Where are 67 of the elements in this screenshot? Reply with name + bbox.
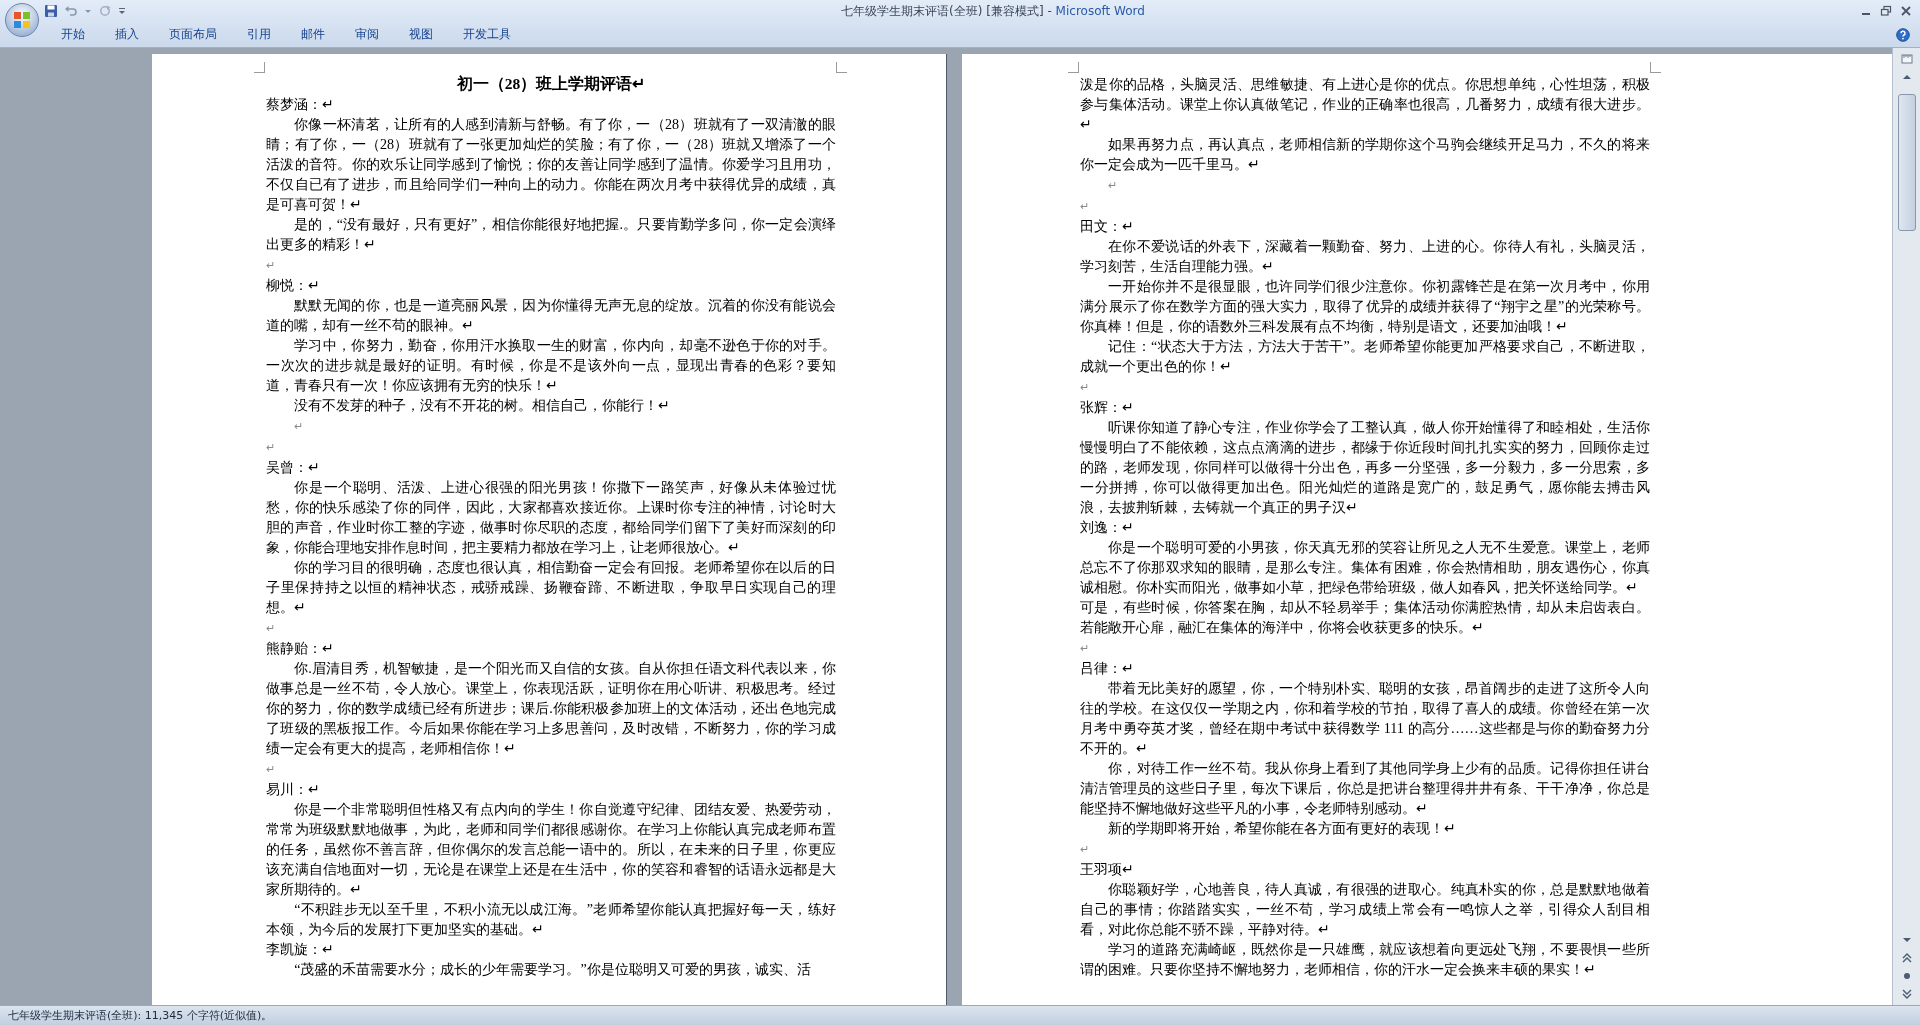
comment-paragraph: 带着无比美好的愿望，你，一个特别朴实、聪明的女孩，昂首阔步的走进了这所令人向往的学校。在这仅仅一学期之内，你和着学校的节拍，取得了喜人的成绩。你曾经在第一次月考中勇夺英才奖，曾经在期中考试中获得数学 111 的高分……这些都是与你的勤奋努力分不开的。↵ bbox=[1080, 680, 1650, 756]
comment-paragraph: 你聪颖好学，心地善良，待人真诚，有很强的进取心。纯真朴实的你，总是默默地做着自己的事情；你踏踏实实，一丝不苟，学习成绩上常会有一鸣惊人之举，引得众人刮目相看，对此你总能不骄不躁，平静对待。↵ bbox=[1080, 881, 1650, 937]
help-icon[interactable] bbox=[1896, 27, 1910, 42]
crop-mark-icon bbox=[1650, 62, 1661, 73]
close-icon[interactable] bbox=[1900, 5, 1912, 17]
student-name: 蔡梦涵：↵ bbox=[266, 96, 334, 112]
student-name: 刘逸：↵ bbox=[1080, 519, 1134, 535]
comment-paragraph: 你是一个聪明可爱的小男孩，你天真无邪的笑容让所见之人无不生爱意。课堂上，老师总忘不了你那双求知的眼睛，是那么专注。集体有困难，你会热情相助，朋友遇伤心，你真诚相慰。你朴实而阳光，做事如小草，把绿色带给班级，做人如春风，把关怀送给同学。↵ bbox=[1080, 539, 1650, 595]
paragraph-mark: ↵ bbox=[1108, 179, 1118, 191]
comment-paragraph: 如果再努力点，再认真点，老师相信新的学期你这个马驹会继续开足马力，不久的将来你一定会成为一匹千里马。↵ bbox=[1080, 136, 1650, 172]
paragraph-mark: ↵ bbox=[1080, 642, 1089, 654]
comment-paragraph: 默默无闻的你，也是一道亮丽风景，因为你懂得无声无息的绽放。沉着的你没有能说会道的嘴，却有一丝不苟的眼神。↵ bbox=[266, 297, 836, 333]
comment-paragraph: 新的学期即将开始，希望你能在各方面有更好的表现！↵ bbox=[1108, 820, 1457, 836]
ribbon-tab[interactable]: 视图 bbox=[396, 23, 446, 46]
save-icon[interactable] bbox=[44, 4, 58, 18]
comment-paragraph: 在你不爱说话的外表下，深藏着一颗勤奋、努力、上进的心。你待人有礼，头脑灵活，学习刻苦，生活自理能力强。↵ bbox=[1080, 238, 1650, 274]
paragraph-mark: ↵ bbox=[266, 622, 275, 634]
paragraph-mark: ↵ bbox=[266, 259, 275, 271]
ribbon-tab[interactable]: 开发工具 bbox=[450, 23, 524, 46]
student-name: 李凯旋：↵ bbox=[266, 941, 334, 957]
ribbon-tab[interactable]: 插入 bbox=[102, 23, 152, 46]
student-name: 王羽项↵ bbox=[1080, 861, 1134, 877]
comment-paragraph: 你是一个非常聪明但性格又有点内向的学生！你自觉遵守纪律、团结友爱、热爱劳动，常常为班级默默地做事，为此，老师和同学们都很感谢你。在学习上你能认真完成老师布置的任务，虽然你不善言辞，但你偶尔的发言总能一语中的。所以，在未来的日子里，你更应该充满自信地面对一切，无论是在课堂上还是在生活中，你的笑容和睿智的话语永远都是大家所期待的。↵ bbox=[266, 801, 836, 897]
comment-paragraph: 你.眉清目秀，机智敏捷，是一个阳光而又自信的女孩。自从你担任语文科代表以来，你做事总是一丝不苟，令人放心。课堂上，你表现活跃，证明你在用心听讲、积极思考。经过你的努力，你的数学成绩已经有所进步；课后.你能积极参加班上的文体活动，还出色地完成了班级的黑板报工作。今后如果你能在学习上多思善问，及时改错，不断努力，你的学习成绩一定会有更大的提高，老师相信你！↵ bbox=[266, 660, 836, 756]
ruler-icon[interactable] bbox=[1899, 52, 1914, 66]
restore-icon[interactable] bbox=[1880, 5, 1892, 17]
student-name: 柳悦：↵ bbox=[266, 277, 320, 293]
ribbon-tab[interactable]: 页面布局 bbox=[156, 23, 230, 46]
comment-paragraph: 你，对待工作一丝不苟。我从你身上看到了其他同学身上少有的品质。记得你担任讲台清洁管理员的这些日子里，每次下课后，你总是把讲台整理得井井有条、干干净净，你总是能坚持不懈地做好这些平凡的小事，令老师特别感动。↵ bbox=[1080, 760, 1650, 816]
comment-paragraph: 学习的道路充满崎岖，既然你是一只雄鹰，就应该想着向更远处飞翔，不要畏惧一些所谓的困难。只要你坚持不懈地努力，老师相信，你的汗水一定会换来丰硕的果实！↵ bbox=[1080, 941, 1650, 977]
comment-paragraph: 学习中，你努力，勤奋，你用汗水换取一生的财富，你内向，却毫不逊色于你的对手。一次次的进步就是最好的证明。有时候，你是不是该外向一点，显现出青春的色彩？要知道，青春只有一次！你应该拥有无穷的快乐！↵ bbox=[266, 337, 836, 393]
comment-paragraph: 你的学习目的很明确，态度也很认真，相信勤奋一定会有回报。老师希望你在以后的日子里保持持之以恒的精神状态，戒骄戒躁、扬鞭奋蹄、不断进取，争取早日实现自己的理想。↵ bbox=[266, 559, 836, 615]
comment-paragraph: 泼是你的品格，头脑灵活、思维敏捷、有上进心是你的优点。你思想单纯，心性坦荡，积极参与集体活动。课堂上你认真做笔记，作业的正确率也很高，几番努力，成绩有很大进步。↵ bbox=[1080, 76, 1650, 132]
comment-paragraph: 记住：“状态大于方法，方法大于苦干”。老师希望你能更加严格要求自己，不断进取，成就一个更出色的你！↵ bbox=[1080, 338, 1650, 374]
ribbon-tab[interactable]: 引用 bbox=[234, 23, 284, 46]
student-name: 吕律：↵ bbox=[1080, 660, 1134, 676]
comment-paragraph: 一开始你并不是很显眼，也许同学们很少注意你。你初露锋芒是在第一次月考中，你用满分展示了你在数学方面的强大实力，取得了优异的成绩并获得了“翔宇之星”的光荣称号。你真棒！但是，你的语数外三科发展有点不均衡，特别是语文，还要加油哦！↵ bbox=[1080, 278, 1650, 334]
ribbon-tab[interactable]: 审阅 bbox=[342, 23, 392, 46]
paragraph-mark: ↵ bbox=[1080, 843, 1089, 855]
comment-paragraph: 你像一杯清茗，让所有的人感到清新与舒畅。有了你，一（28）班就有了一双清澈的眼睛；有了你，一（28）班就有了一张更加灿烂的笑脸；有了你，一（28）班就又增添了一个活泼的音符。你的欢乐让同学感到了愉悦；你的友善让同学感到了温情。你爱学习且用功，不仅自已有了进步，而且给同学们一种向上的动力。你能在两次月考中获得优异的成绩，真是可喜可贺！↵ bbox=[266, 116, 836, 212]
comment-paragraph: 听课你知道了静心专注，作业你学会了工整认真，做人你开始懂得了和睦相处，生活你慢慢明白了不能依赖，这点点滴滴的进步，都缘于你近段时间扎扎实实的努力，回顾你走过的路，老师发现，你同样可以做得十分出色，再多一分坚强，多一分毅力，多一分思索，多一分拼搏，你可以做得更加出色。阳光灿烂的道路是宽广的，鼓足勇气，愿你能去搏击风浪，去披荆斩棘，去铸就一个真正的男子汉↵ bbox=[1080, 419, 1650, 515]
comment-paragraph: 可是，有些时候，你答案在胸，却从不轻易举手；集体活动你满腔热情，却从未启齿表白。若能敞开心扉，融汇在集体的海洋中，你将会收获更多的快乐。↵ bbox=[1080, 599, 1650, 635]
crop-mark-icon bbox=[254, 62, 265, 73]
student-name: 张辉：↵ bbox=[1080, 399, 1134, 415]
comment-paragraph: 是的，“没有最好，只有更好”，相信你能很好地把握.。只要肯勤学多问，你一定会演绎出更多的精彩！↵ bbox=[266, 216, 836, 252]
document-heading: 初一（28）班上学期评语↵ bbox=[456, 75, 646, 92]
ribbon-tab[interactable]: 邮件 bbox=[288, 23, 338, 46]
comment-paragraph: “不积跬步无以至千里，不积小流无以成江海。”老师希望你能认真把握好每一天，练好本领，为今后的发展打下更加坚实的基础。↵ bbox=[266, 901, 836, 937]
window-title: 七年级学生期末评语(全班) [兼容模式] - Microsoft Word bbox=[840, 2, 1146, 20]
paragraph-mark: ↵ bbox=[1080, 381, 1089, 393]
office-button[interactable] bbox=[4, 2, 40, 38]
paragraph-mark: ↵ bbox=[294, 420, 304, 432]
comment-paragraph: 你是一个聪明、活泼、上进心很强的阳光男孩！你撒下一路笑声，好像从未体验过忧愁，你的快乐感染了你的同伴，因此，大家都喜欢接近你。上课时你专注的神情，讨论时大胆的声音，作业时你工整的字迹，做事时你尽职的态度，都给同学们留下了美好而深刻的印象，你能合理地安排作息时间，把主要精力都放在学习上，让老师很放心。↵ bbox=[266, 479, 836, 555]
student-name: 吴曾：↵ bbox=[266, 459, 320, 475]
paragraph-mark: ↵ bbox=[266, 441, 275, 453]
comment-paragraph: “茂盛的禾苗需要水分；成长的少年需要学习。”你是位聪明又可爱的男孩，诚实、活 bbox=[294, 961, 811, 977]
student-name: 熊静贻：↵ bbox=[266, 640, 334, 656]
student-name: 田文：↵ bbox=[1080, 218, 1134, 234]
crop-mark-icon bbox=[836, 62, 847, 73]
scrollbar-thumb[interactable] bbox=[1897, 94, 1916, 231]
ribbon-tab[interactable]: 开始 bbox=[48, 23, 98, 46]
crop-mark-icon bbox=[1068, 62, 1079, 73]
comment-paragraph: 没有不发芽的种子，没有不开花的树。相信自己，你能行！↵ bbox=[294, 397, 671, 413]
character-count: 七年级学生期末评语(全班): 11,345 个字符(近似值)。 bbox=[8, 1008, 273, 1023]
paragraph-mark: ↵ bbox=[1080, 200, 1089, 212]
paragraph-mark: ↵ bbox=[266, 763, 275, 775]
student-name: 易川：↵ bbox=[266, 781, 320, 797]
